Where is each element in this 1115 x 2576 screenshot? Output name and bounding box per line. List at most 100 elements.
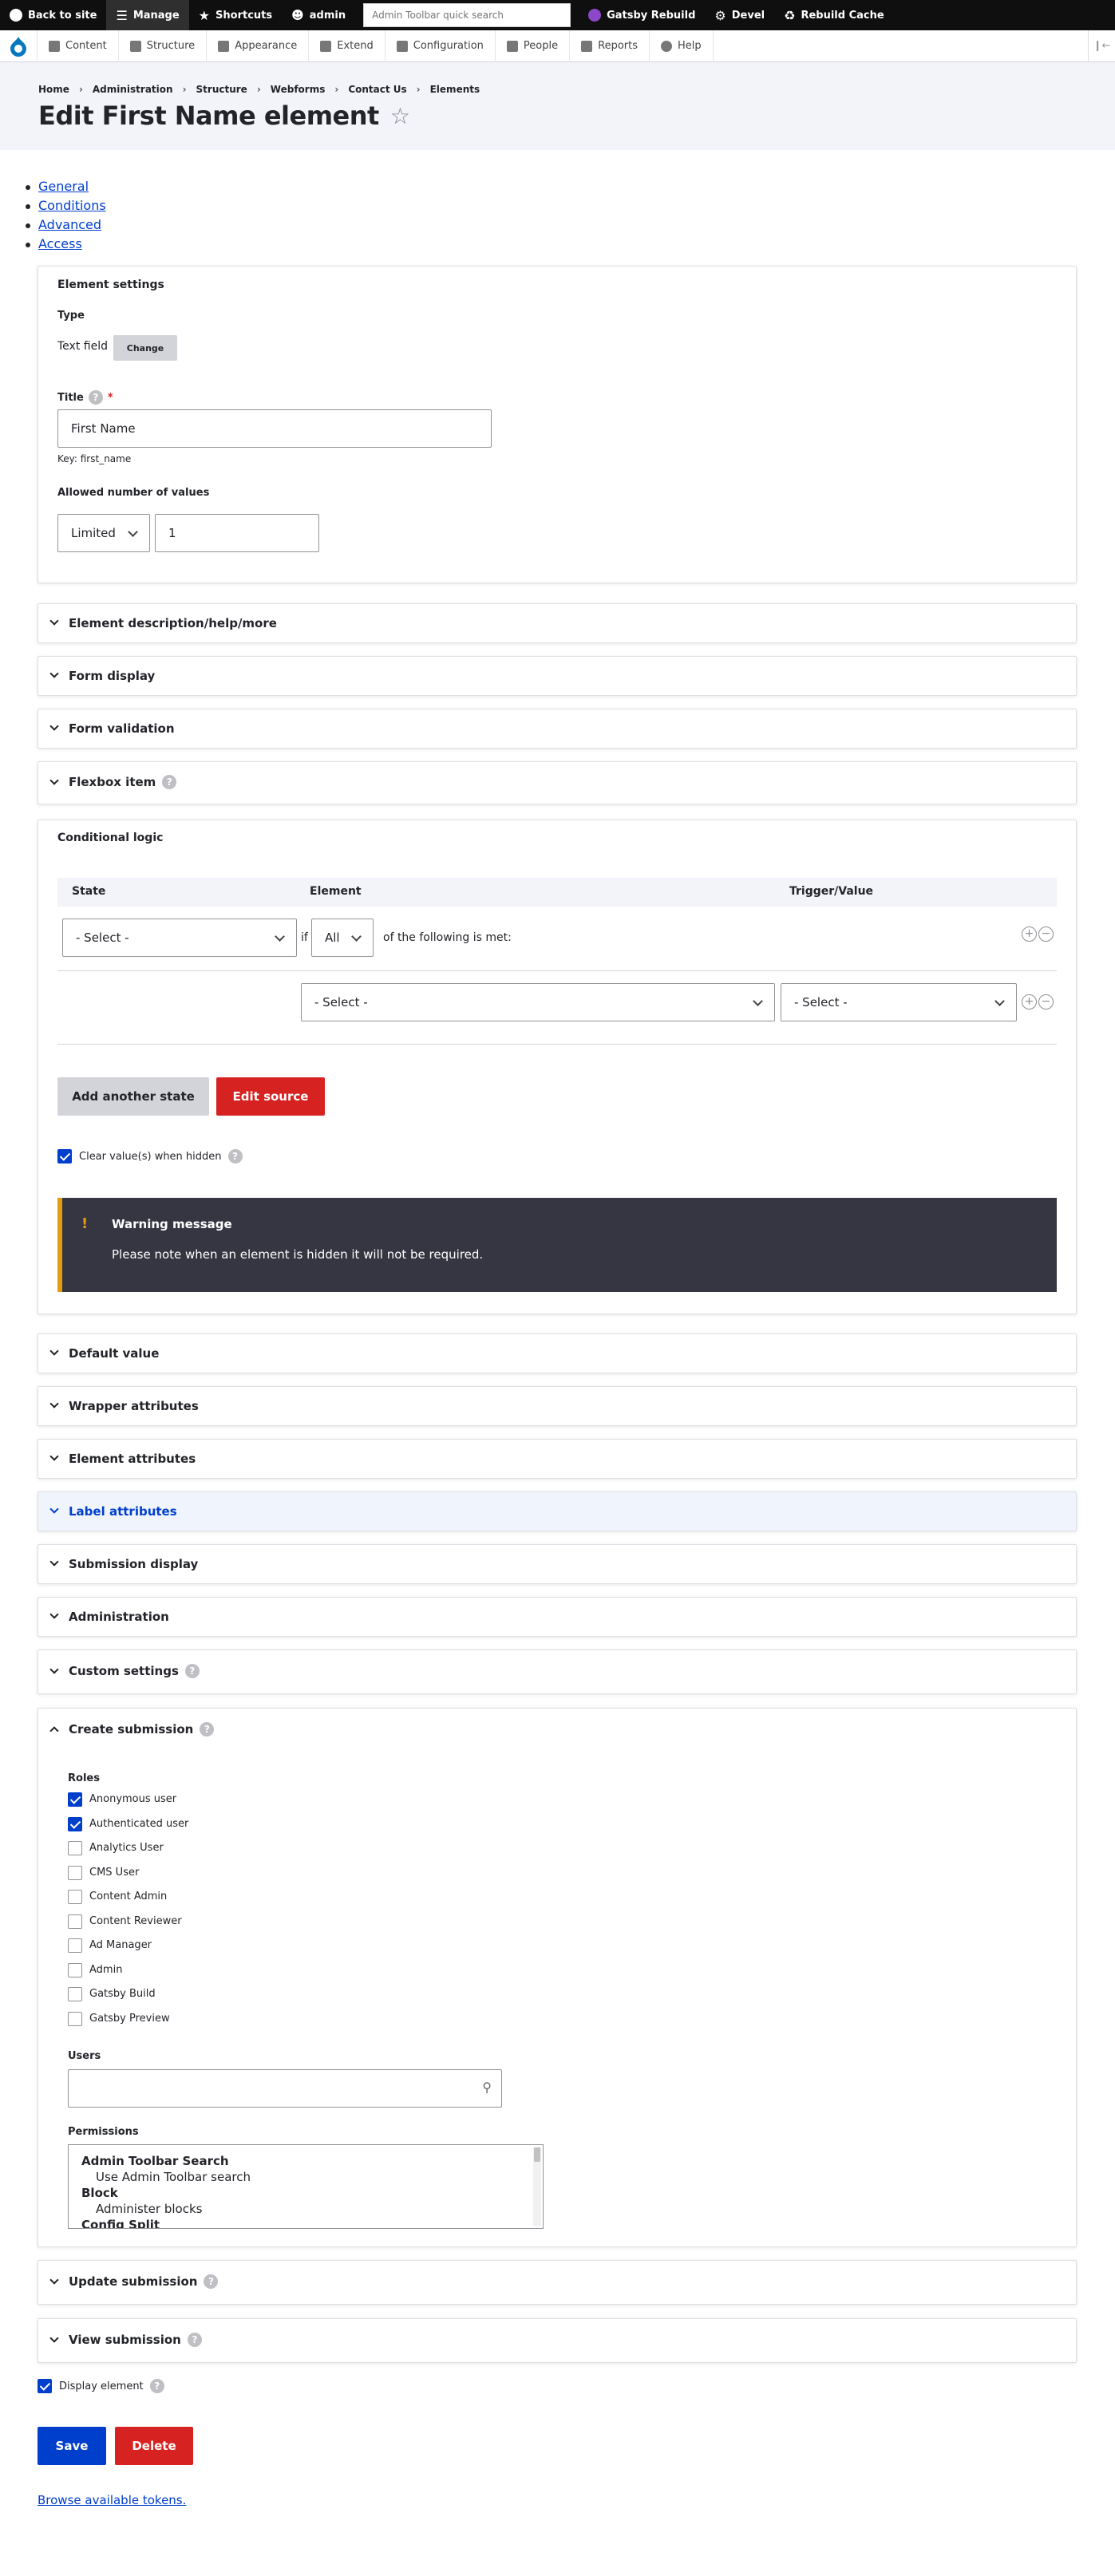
help-icon[interactable]: ? xyxy=(187,2333,202,2347)
tray-label: Appearance xyxy=(235,40,298,52)
tray-item-extend[interactable]: Extend xyxy=(308,30,385,62)
help-icon[interactable]: ? xyxy=(149,2379,164,2393)
gatsby-rebuild-tab[interactable]: Gatsby Rebuild xyxy=(579,0,705,30)
minus-circle-icon[interactable]: − xyxy=(1038,994,1054,1009)
clear-values-checkbox[interactable] xyxy=(57,1149,72,1164)
role-checkbox[interactable] xyxy=(68,1816,82,1831)
tab-advanced-link[interactable]: Advanced xyxy=(38,217,101,232)
browse-tokens-link[interactable]: Browse available tokens. xyxy=(38,2493,186,2507)
tray-item-structure[interactable]: Structure xyxy=(117,30,206,62)
scrollbar[interactable] xyxy=(533,2147,541,2226)
details-form-display[interactable]: Form display xyxy=(38,656,1077,696)
delete-button[interactable]: Delete xyxy=(115,2427,193,2465)
details-element-attributes[interactable]: Element attributes xyxy=(38,1439,1077,1479)
tray-item-help[interactable]: Help xyxy=(649,30,714,62)
trigger-select[interactable]: - Select - xyxy=(781,983,1017,1021)
details-wrapper-attributes[interactable]: Wrapper attributes xyxy=(38,1386,1077,1426)
tray-orientation-toggle[interactable]: ❙← xyxy=(1088,30,1115,62)
breadcrumb-link[interactable]: Administration xyxy=(93,84,173,95)
add-another-state-button[interactable]: Add another state xyxy=(57,1077,209,1116)
tab-conditions-link[interactable]: Conditions xyxy=(38,198,106,213)
details-form-validation[interactable]: Form validation xyxy=(38,709,1077,749)
breadcrumb-link[interactable]: Contact Us xyxy=(348,84,406,95)
recycle-icon: ♻ xyxy=(784,7,796,23)
drupal-logo-icon[interactable] xyxy=(0,30,37,62)
brush-icon xyxy=(218,40,230,52)
minus-circle-icon[interactable]: − xyxy=(1038,926,1054,942)
details-label-attributes[interactable]: Label attributes xyxy=(38,1491,1077,1531)
shortcuts-tab[interactable]: ★ Shortcuts xyxy=(189,0,282,30)
details-summary[interactable]: Create submission? xyxy=(69,1722,215,1736)
details-description[interactable]: Element description/help/more xyxy=(38,603,1077,643)
tab-access-link[interactable]: Access xyxy=(38,236,82,251)
tab-general-link[interactable]: General xyxy=(38,179,89,194)
details-view-submission[interactable]: View submission? xyxy=(38,2318,1077,2363)
permission-option[interactable]: Use Admin Toolbar search xyxy=(81,2169,530,2185)
breadcrumb-link[interactable]: Elements xyxy=(430,84,480,95)
permission-group: Block xyxy=(81,2186,118,2200)
role-checkbox[interactable] xyxy=(68,1938,82,1953)
details-custom-settings[interactable]: Custom settings? xyxy=(38,1650,1077,1694)
details-summary: Default value xyxy=(69,1346,160,1361)
scrollbar-thumb[interactable] xyxy=(534,2147,540,2162)
plus-circle-icon[interactable]: + xyxy=(1022,926,1037,942)
help-icon[interactable]: ? xyxy=(204,2274,219,2289)
role-checkbox[interactable] xyxy=(68,1987,82,2001)
users-autocomplete-input[interactable]: ⚲ xyxy=(68,2069,502,2108)
breadcrumb-link[interactable]: Webforms xyxy=(271,84,326,95)
display-element-checkbox[interactable] xyxy=(38,2379,52,2393)
rebuild-cache-tab[interactable]: ♻ Rebuild Cache xyxy=(774,0,894,30)
permission-option[interactable]: Administer blocks xyxy=(81,2201,530,2217)
details-administration[interactable]: Administration xyxy=(38,1597,1077,1637)
role-checkbox[interactable] xyxy=(68,1841,82,1855)
title-input[interactable]: First Name xyxy=(57,409,492,448)
tray-item-configuration[interactable]: Configuration xyxy=(384,30,495,62)
devel-tab[interactable]: ⚙ Devel xyxy=(705,0,774,30)
chevron-down-icon xyxy=(49,1399,59,1409)
breadcrumb-link[interactable]: Structure xyxy=(196,84,247,95)
chevron-up-icon[interactable] xyxy=(49,1726,59,1736)
gatsby-label: Gatsby Rebuild xyxy=(607,9,696,22)
role-checkbox[interactable] xyxy=(68,1914,82,1929)
details-default-value[interactable]: Default value xyxy=(38,1333,1077,1373)
manage-tab[interactable]: ☰ Manage xyxy=(106,0,189,30)
help-icon[interactable]: ? xyxy=(184,1664,200,1678)
help-icon[interactable]: ? xyxy=(227,1149,243,1164)
plus-circle-icon[interactable]: + xyxy=(1022,994,1037,1009)
help-icon[interactable]: ? xyxy=(88,390,103,405)
element-select[interactable]: - Select - xyxy=(301,983,775,1021)
tray-item-reports[interactable]: Reports xyxy=(569,30,649,62)
role-checkbox[interactable] xyxy=(68,2011,82,2026)
role-checkbox[interactable] xyxy=(68,1865,82,1880)
back-to-site-link[interactable]: Back to site xyxy=(0,0,106,30)
values-count-input[interactable]: 1 xyxy=(155,514,319,552)
role-label: Content Reviewer xyxy=(89,1914,182,1927)
details-update-submission[interactable]: Update submission? xyxy=(38,2260,1077,2305)
user-tab[interactable]: ☻ admin xyxy=(282,0,355,30)
save-button[interactable]: Save xyxy=(38,2427,106,2465)
role-checkbox[interactable] xyxy=(68,1792,82,1807)
help-icon[interactable]: ? xyxy=(200,1722,215,1736)
all-select[interactable]: All xyxy=(311,919,374,957)
tray-item-people[interactable]: People xyxy=(494,30,569,62)
limited-select[interactable]: Limited xyxy=(57,514,150,552)
permissions-multiselect[interactable]: Admin Toolbar Search Use Admin Toolbar s… xyxy=(68,2144,544,2229)
tab-general: General xyxy=(26,177,106,196)
tab-access: Access xyxy=(26,235,106,254)
details-summary-text: Create submission xyxy=(69,1722,194,1736)
breadcrumb-link[interactable]: Home xyxy=(38,84,69,95)
page-title: Edit First Name element ☆ xyxy=(38,101,410,131)
shortcut-star-icon[interactable]: ☆ xyxy=(390,103,410,129)
details-submission-display[interactable]: Submission display xyxy=(38,1544,1077,1584)
tray-item-content[interactable]: Content xyxy=(37,30,118,62)
edit-source-button[interactable]: Edit source xyxy=(216,1077,325,1116)
state-select[interactable]: - Select - xyxy=(62,919,297,957)
help-icon[interactable]: ? xyxy=(162,775,177,789)
tray-item-appearance[interactable]: Appearance xyxy=(206,30,308,62)
details-flexbox-item[interactable]: Flexbox item? xyxy=(38,761,1077,804)
role-checkbox[interactable] xyxy=(68,1890,82,1904)
role-label: Ad Manager xyxy=(89,1939,152,1951)
toolbar-search-input[interactable] xyxy=(363,3,571,27)
change-type-button[interactable]: Change xyxy=(113,335,177,361)
role-checkbox[interactable] xyxy=(68,1962,82,1977)
